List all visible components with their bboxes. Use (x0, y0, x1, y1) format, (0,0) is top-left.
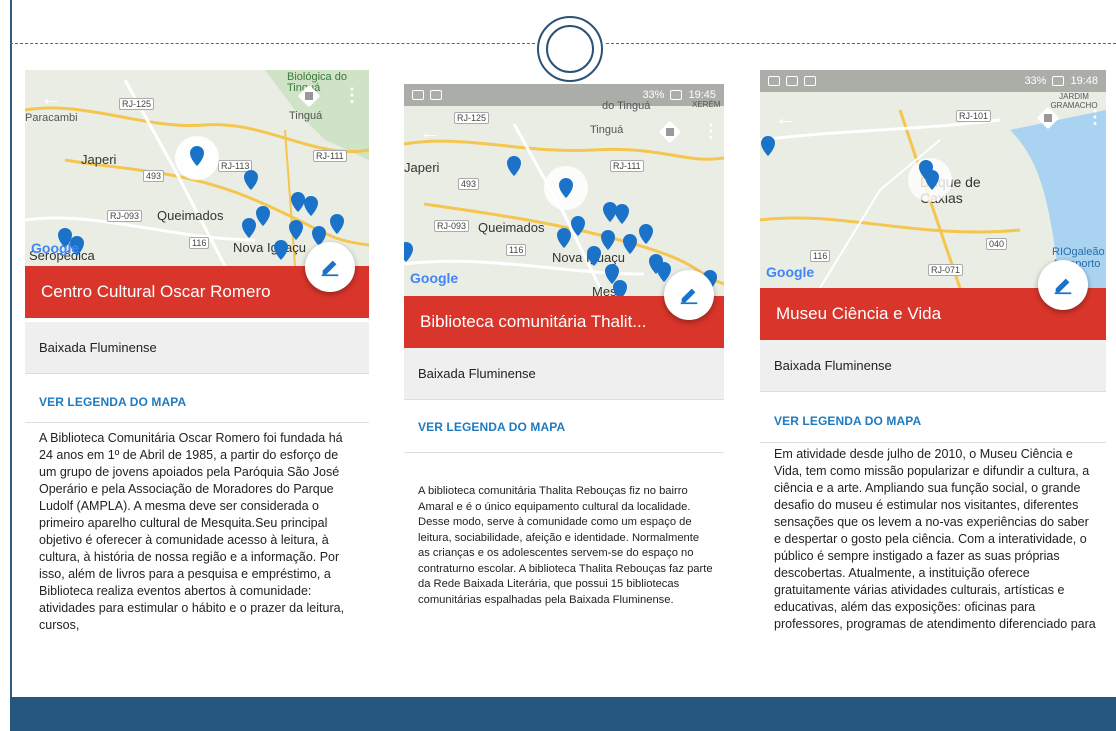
map-view[interactable]: RJ-125 Paracambi Tinguá Biológica do Tin… (25, 70, 369, 266)
map-legend-link[interactable]: VER LEGENDA DO MAPA (774, 414, 921, 428)
more-vert-icon[interactable]: ⋮ (702, 120, 720, 142)
place-description: Em atividade desde julho de 2010, o Muse… (774, 447, 1096, 631)
place-card-3: 33% 19:48 JARDIM GRAMACHO RJ-101 Duque d… (760, 70, 1106, 682)
google-logo: Google (31, 240, 80, 256)
back-arrow-icon[interactable]: ← (774, 106, 798, 130)
map-pins (761, 136, 952, 202)
edit-pencil-icon (1054, 278, 1072, 295)
back-arrow-icon[interactable]: ← (39, 86, 63, 110)
dashed-divider-left (10, 43, 535, 44)
map-view[interactable]: 33% 19:48 JARDIM GRAMACHO RJ-101 Duque d… (760, 70, 1106, 288)
circle-ornament (537, 16, 603, 82)
map-pins (404, 156, 717, 296)
region-label: Baixada Fluminense (760, 340, 1106, 392)
edit-button[interactable] (1038, 260, 1088, 310)
edit-button[interactable] (664, 270, 714, 320)
map-view[interactable]: 33% 19:45 RJ-125 do Tinguá XERÉM Tinguá … (404, 84, 724, 296)
place-card-2: 33% 19:45 RJ-125 do Tinguá XERÉM Tinguá … (404, 84, 724, 674)
edit-pencil-icon (321, 260, 339, 277)
map-legend-link[interactable]: VER LEGENDA DO MAPA (39, 395, 186, 409)
map-legend-link[interactable]: VER LEGENDA DO MAPA (418, 420, 565, 434)
divider (25, 422, 369, 423)
region-label: Baixada Fluminense (25, 322, 369, 374)
google-logo: Google (766, 264, 815, 280)
more-vert-icon[interactable]: ⋮ (343, 84, 361, 106)
dashed-divider-right (606, 43, 1116, 44)
footer-band (10, 697, 1116, 731)
place-description: A biblioteca comunitária Thalita Rebouça… (418, 485, 713, 606)
google-logo: Google (410, 270, 459, 286)
map-pins (58, 136, 344, 260)
region-label: Baixada Fluminense (404, 348, 724, 400)
place-card-1: RJ-125 Paracambi Tinguá Biológica do Tin… (25, 70, 369, 660)
place-description: A Biblioteca Comunitária Oscar Romero fo… (39, 431, 345, 632)
edit-pencil-icon (680, 288, 698, 305)
divider (760, 442, 1106, 443)
back-arrow-icon[interactable]: ← (418, 120, 442, 144)
divider (404, 452, 724, 453)
more-vert-icon[interactable]: ⋮ (1086, 106, 1104, 128)
page-left-rule (10, 0, 12, 731)
edit-button[interactable] (305, 242, 355, 292)
